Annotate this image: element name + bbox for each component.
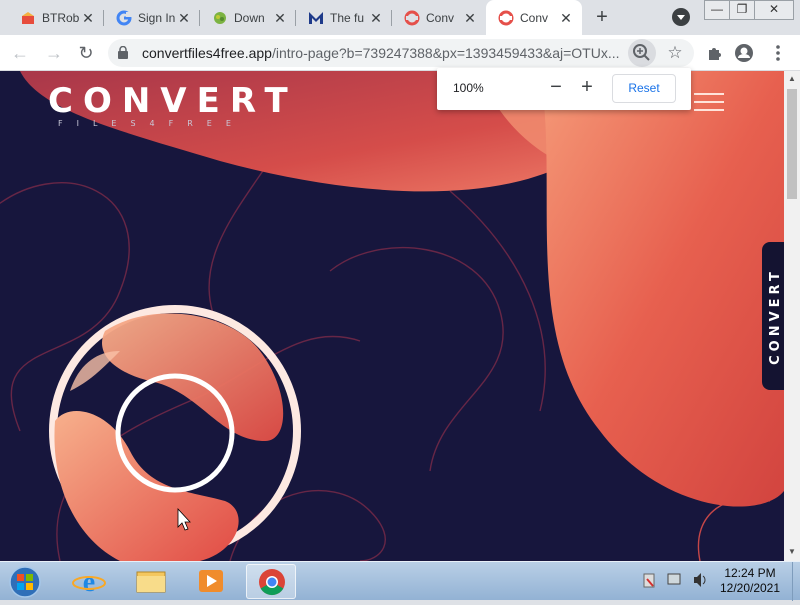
minimize-button[interactable]: — bbox=[704, 0, 730, 20]
file-explorer-icon[interactable] bbox=[126, 564, 176, 599]
tab-search-icon[interactable] bbox=[672, 8, 690, 26]
zoom-reset-button[interactable]: Reset bbox=[612, 74, 676, 103]
logo-text: CONVERT bbox=[48, 81, 298, 121]
media-player-icon[interactable] bbox=[186, 564, 236, 599]
scrollbar-thumb[interactable] bbox=[787, 89, 797, 199]
close-icon[interactable]: ✕ bbox=[272, 10, 288, 26]
url-host: convertfiles4free.app bbox=[142, 45, 272, 61]
zoom-in-button[interactable]: + bbox=[576, 76, 598, 100]
tab-the-fu[interactable]: The fu ✕ bbox=[296, 2, 392, 33]
btrobux-icon bbox=[20, 10, 36, 26]
windows-taskbar: e 12:24 PM 12/20/2021 bbox=[0, 561, 800, 601]
tab-title: Sign In bbox=[138, 10, 176, 25]
side-convert-tab[interactable]: CONVERT bbox=[762, 242, 784, 390]
tab-title: The fu bbox=[330, 10, 365, 25]
close-window-button[interactable]: ✕ bbox=[754, 0, 794, 20]
zoom-level-text: 100% bbox=[453, 81, 484, 95]
scroll-down-icon[interactable]: ▼ bbox=[788, 547, 796, 556]
tab-btrob[interactable]: BTRob ✕ bbox=[8, 2, 104, 33]
profile-avatar-icon[interactable] bbox=[732, 41, 756, 65]
internet-explorer-icon[interactable]: e bbox=[64, 564, 114, 599]
tab-download[interactable]: Down ✕ bbox=[200, 2, 296, 33]
start-button[interactable] bbox=[5, 564, 45, 600]
zoom-popup: 100% − + Reset bbox=[437, 68, 691, 110]
url-text[interactable]: convertfiles4free.app/intro-page?b=73924… bbox=[142, 45, 622, 61]
chrome-icon[interactable] bbox=[246, 564, 296, 599]
tab-strip: BTRob ✕ Sign In ✕ Down ✕ The fu ✕ Conv ✕… bbox=[0, 0, 800, 35]
scroll-up-icon[interactable]: ▲ bbox=[788, 74, 796, 83]
tab-title: Conv bbox=[426, 10, 455, 25]
system-tray bbox=[640, 570, 710, 592]
clock-date: 12/20/2021 bbox=[719, 581, 781, 595]
site-logo[interactable]: CONVERT FILES4FREE bbox=[48, 81, 298, 128]
svg-text:e: e bbox=[83, 567, 95, 598]
close-icon[interactable]: ✕ bbox=[80, 10, 96, 26]
zoom-icon[interactable] bbox=[628, 39, 656, 67]
tab-title: BTRob bbox=[42, 10, 80, 25]
tab-title: Conv bbox=[520, 10, 549, 25]
tab-convert-1[interactable]: Conv ✕ bbox=[392, 2, 486, 33]
tab-convert-active[interactable]: Conv ✕ bbox=[486, 0, 582, 35]
show-desktop-button[interactable] bbox=[792, 562, 800, 601]
browser-toolbar: ← → ↻ convertfiles4free.app/intro-page?b… bbox=[0, 35, 800, 71]
reload-icon[interactable]: ↻ bbox=[74, 41, 98, 65]
menu-kebab-icon[interactable] bbox=[766, 41, 790, 65]
zoom-out-button[interactable]: − bbox=[545, 76, 567, 100]
m-logo-icon bbox=[308, 10, 324, 26]
restore-button[interactable]: ❐ bbox=[729, 0, 755, 20]
new-tab-button[interactable]: + bbox=[590, 6, 614, 30]
background-art bbox=[0, 71, 784, 561]
url-path: /intro-page?b=739247388&px=1393459433&aj… bbox=[271, 45, 620, 61]
hamburger-menu-icon[interactable] bbox=[694, 93, 724, 115]
google-icon bbox=[116, 10, 132, 26]
side-tab-label: CONVERT bbox=[767, 267, 783, 365]
lock-icon bbox=[118, 46, 128, 59]
back-icon[interactable]: ← bbox=[8, 41, 32, 65]
tab-sign-in[interactable]: Sign In ✕ bbox=[104, 2, 200, 33]
bookmark-star-icon[interactable]: ☆ bbox=[664, 42, 686, 64]
close-icon[interactable]: ✕ bbox=[558, 10, 574, 26]
taskbar-clock[interactable]: 12:24 PM 12/20/2021 bbox=[712, 566, 788, 596]
close-icon[interactable]: ✕ bbox=[176, 10, 192, 26]
clock-time: 12:24 PM bbox=[724, 566, 776, 580]
tab-title: Down bbox=[234, 10, 265, 25]
download-site-icon bbox=[212, 10, 228, 26]
close-icon[interactable]: ✕ bbox=[462, 10, 478, 26]
close-icon[interactable]: ✕ bbox=[368, 10, 384, 26]
convert-icon bbox=[404, 10, 420, 26]
forward-icon[interactable]: → bbox=[42, 41, 66, 65]
vertical-scrollbar[interactable]: ▲ ▼ bbox=[784, 71, 800, 561]
web-page: CONVERT FILES4FREE CONVERT bbox=[0, 71, 784, 561]
address-bar[interactable]: convertfiles4free.app/intro-page?b=73924… bbox=[108, 39, 694, 67]
convert-icon bbox=[498, 10, 514, 26]
extensions-icon[interactable] bbox=[702, 41, 726, 65]
